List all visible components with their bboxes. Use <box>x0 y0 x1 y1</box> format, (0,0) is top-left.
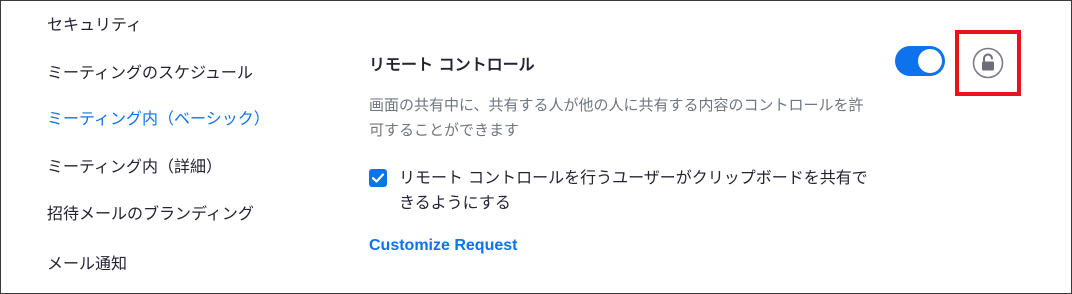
sidebar-item-security[interactable]: セキュリティ <box>47 15 142 35</box>
sidebar-item-email-branding[interactable]: 招待メールのブランディング <box>47 204 254 224</box>
sidebar-item-in-meeting-advanced[interactable]: ミーティング内（詳細） <box>47 157 222 177</box>
checkmark-icon <box>371 173 385 183</box>
toggle-knob <box>918 49 942 73</box>
sidebar-item-in-meeting-basic[interactable]: ミーティング内（ベーシック） <box>47 109 270 129</box>
clipboard-share-checkbox[interactable] <box>369 169 387 187</box>
sidebar-item-email-notification[interactable]: メール通知 <box>47 254 127 274</box>
setting-description: 画面の共有中に、共有する人が他の人に共有する内容のコントロールを許可することがで… <box>369 96 864 139</box>
remote-control-toggle[interactable] <box>895 46 945 76</box>
customize-request-link[interactable]: Customize Request <box>369 237 517 255</box>
settings-panel: セキュリティ ミーティングのスケジュール ミーティング内（ベーシック） ミーティ… <box>0 0 1072 294</box>
unlock-icon[interactable] <box>972 47 1004 79</box>
lock-highlight-box <box>955 30 1021 96</box>
setting-title: リモート コントロール <box>369 55 535 74</box>
clipboard-share-label: リモート コントロールを行うユーザーがクリップボードを共有できるようにする <box>399 168 868 212</box>
sidebar-item-schedule-meeting[interactable]: ミーティングのスケジュール <box>47 63 253 83</box>
